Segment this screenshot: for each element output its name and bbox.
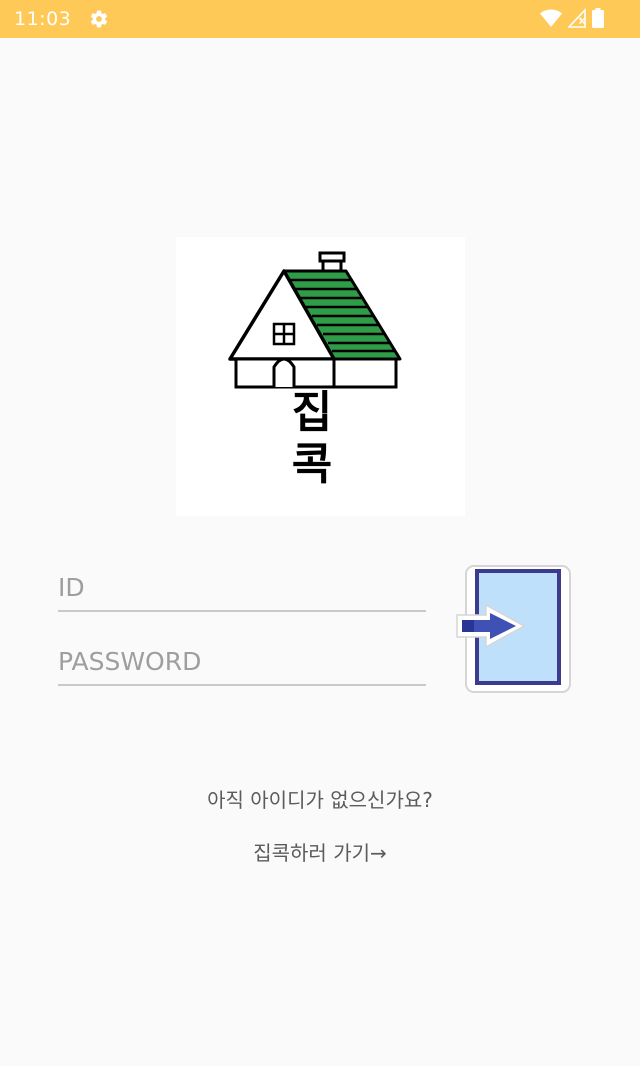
logo-wordmark-line1: 집	[291, 387, 333, 438]
signup-question: 아직 아이디가 없으신가요?	[0, 784, 640, 813]
house-icon	[228, 251, 402, 389]
signup-question-text: 아직 아이디가 없으신가요?	[207, 788, 433, 812]
logo-wordmark-line2: 콕	[291, 439, 333, 490]
app-logo: 집 콕	[176, 237, 465, 516]
gear-icon	[89, 9, 109, 29]
status-bar: 11:03	[0, 0, 640, 38]
status-time: 11:03	[14, 8, 72, 30]
id-field-container	[58, 562, 426, 612]
battery-icon	[592, 8, 604, 32]
signup-link[interactable]: 집콕하러 가기→	[0, 837, 640, 866]
signal-icon	[567, 7, 586, 32]
status-icons	[540, 7, 604, 32]
id-input[interactable]	[58, 573, 426, 602]
login-button[interactable]	[456, 563, 574, 695]
login-door-arrow-icon	[456, 565, 571, 693]
password-input[interactable]	[58, 647, 426, 676]
password-field-container	[58, 636, 426, 686]
wifi-icon	[540, 8, 562, 32]
